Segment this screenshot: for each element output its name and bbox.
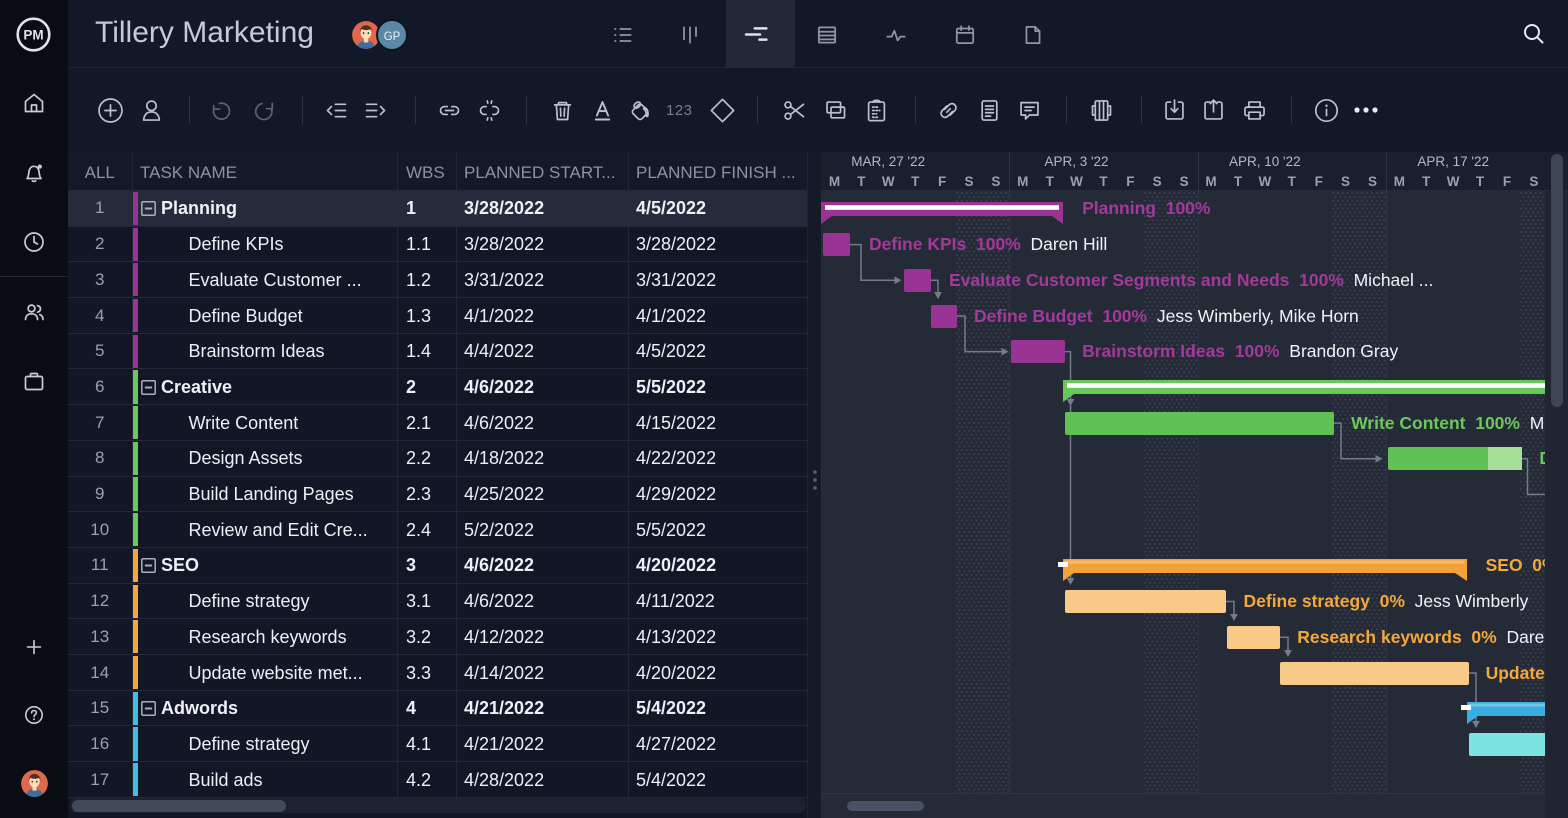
svg-text:GP: GP	[384, 31, 401, 43]
svg-text:PM: PM	[23, 28, 43, 43]
